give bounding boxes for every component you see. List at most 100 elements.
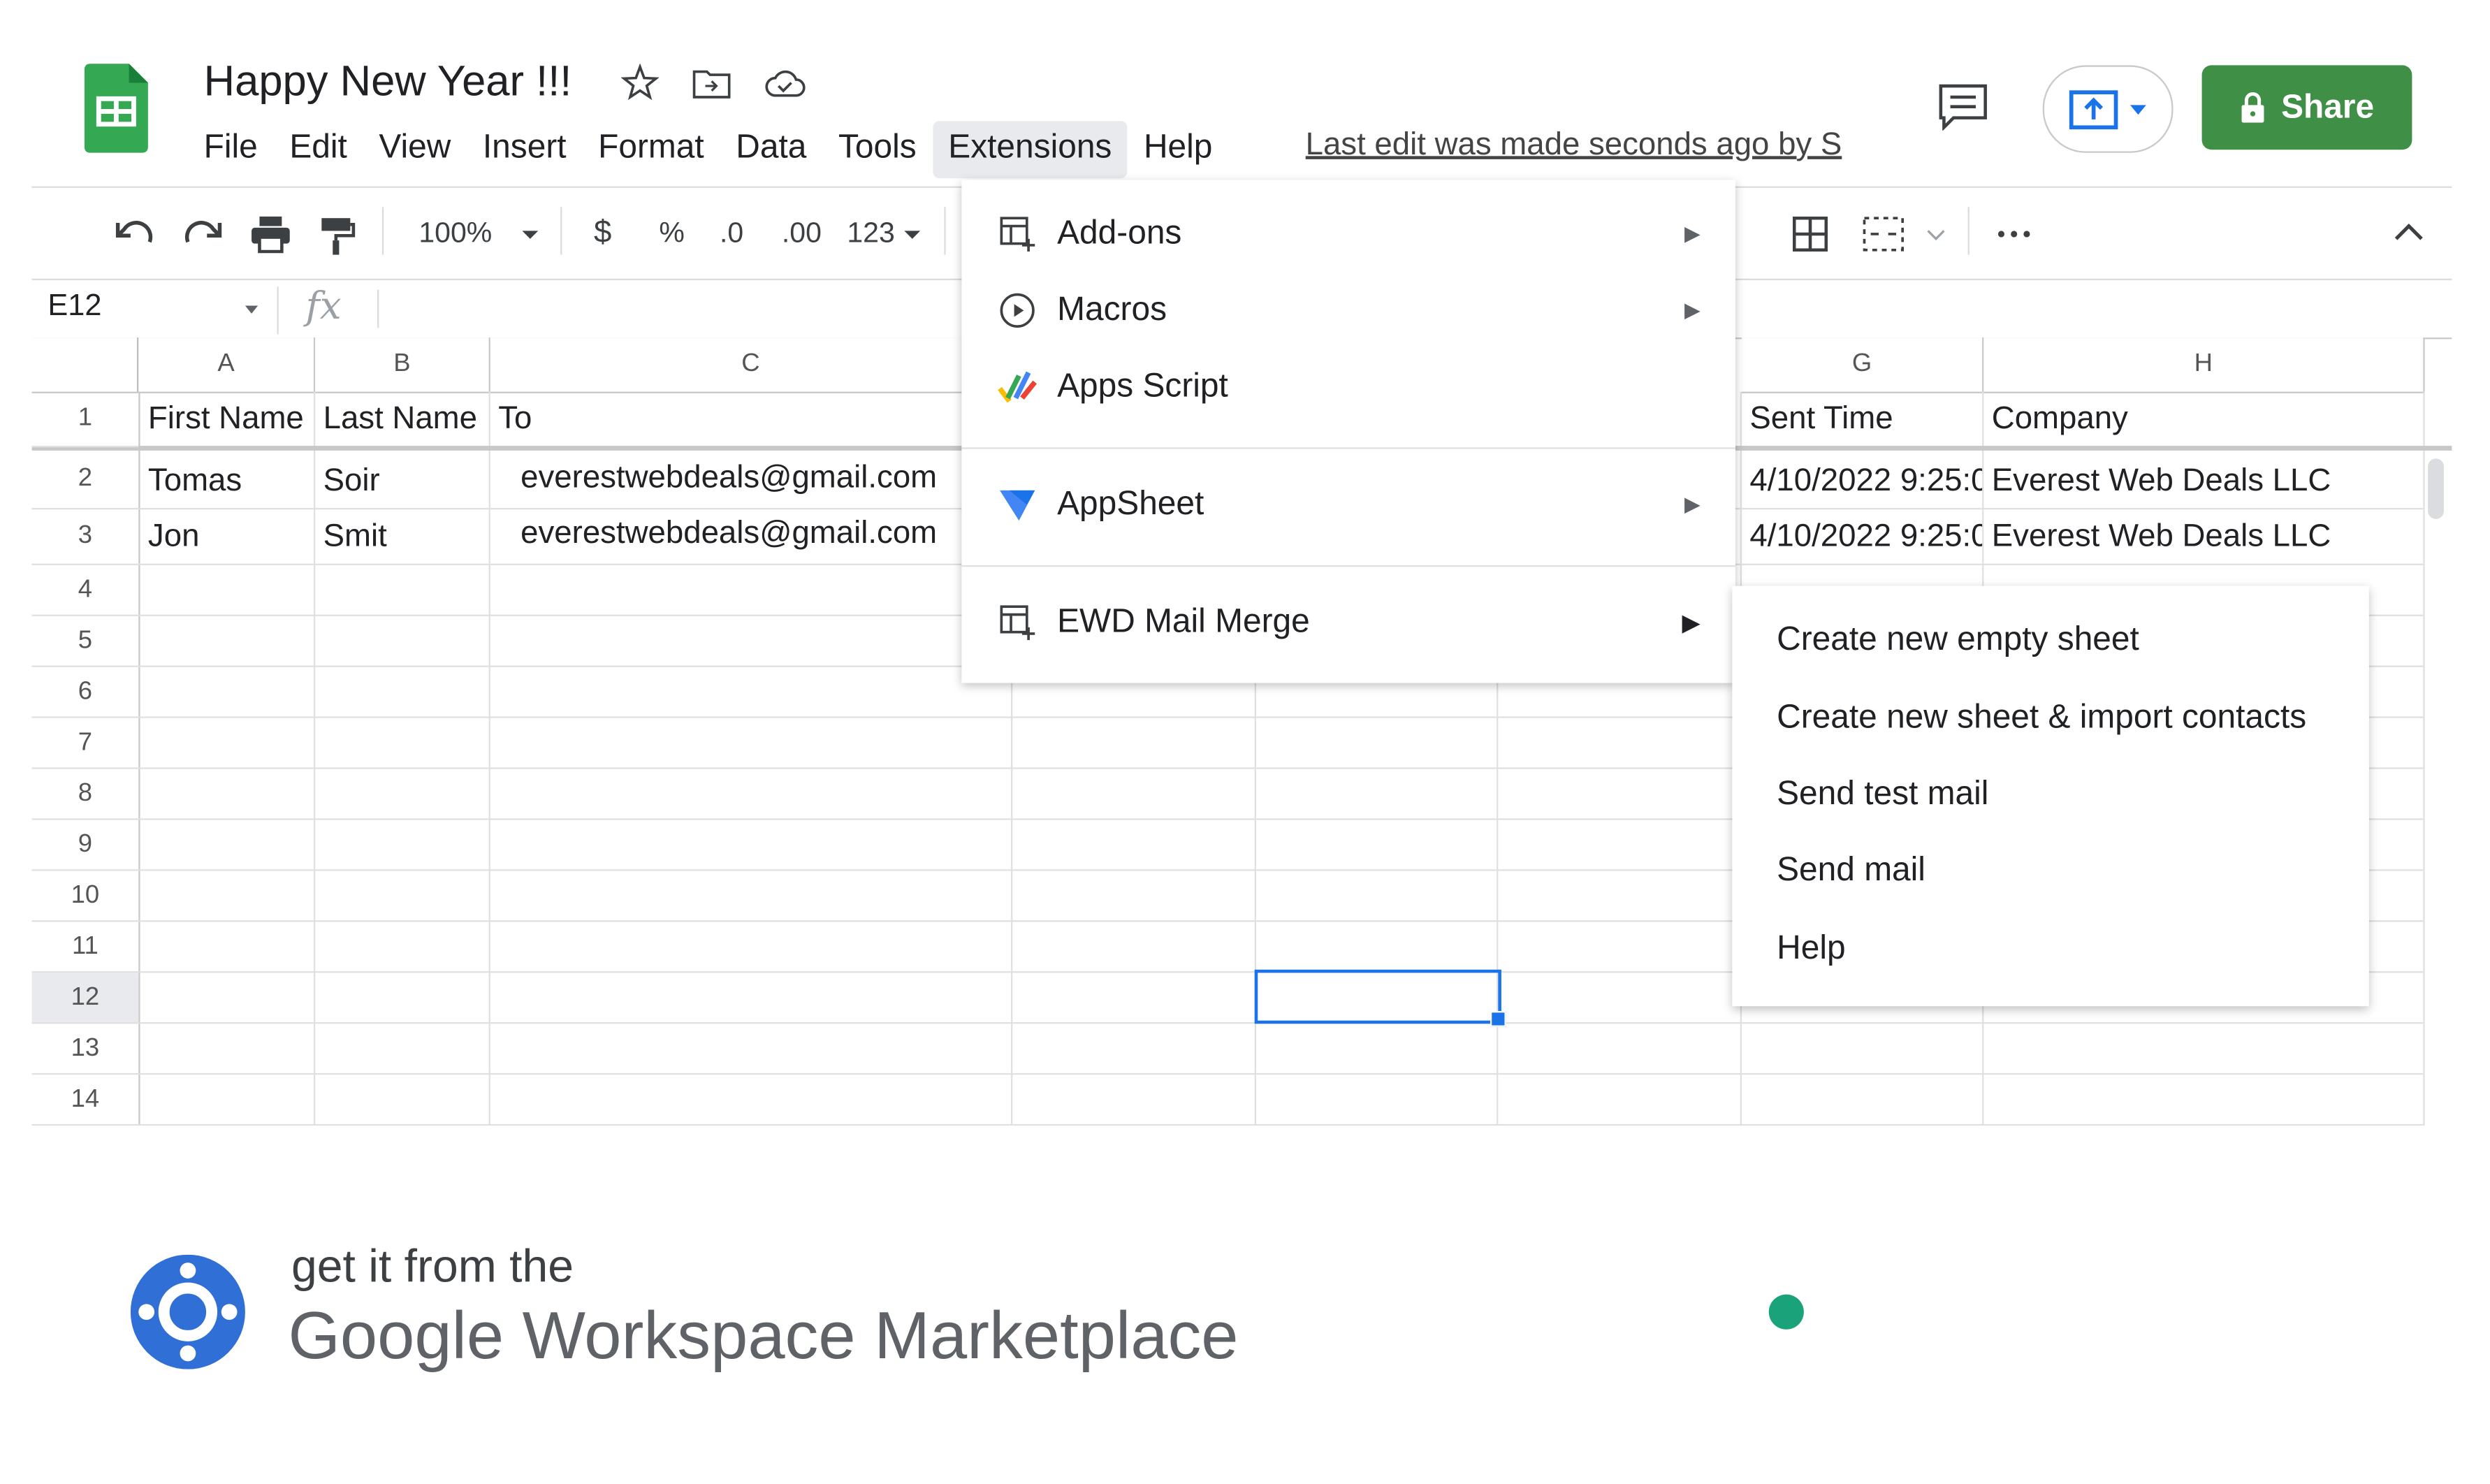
star-icon[interactable] [620, 64, 660, 102]
share-button[interactable]: Share [2201, 65, 2412, 150]
document-title[interactable]: Happy New Year !!! [204, 57, 572, 107]
redo-icon[interactable] [182, 217, 223, 249]
cell-a2[interactable]: Tomas [140, 456, 314, 508]
addon-doc-icon [997, 602, 1038, 643]
row-header-selected[interactable]: 12 [31, 973, 139, 1024]
row-header[interactable]: 2 [31, 451, 139, 510]
menu-extensions[interactable]: Extensions [932, 121, 1128, 179]
collapse-toolbar-icon[interactable] [2393, 223, 2425, 242]
formula-bar-separator [277, 286, 279, 335]
menu-item-add-ons[interactable]: Add-ons ▶ [961, 196, 1735, 272]
row-header[interactable]: 5 [31, 616, 139, 667]
column-header-b[interactable]: B [315, 337, 490, 393]
present-button[interactable] [2042, 65, 2174, 153]
row-header[interactable]: 8 [31, 769, 139, 820]
menu-item-apps-script[interactable]: Apps Script [961, 349, 1735, 425]
vertical-scrollbar-thumb[interactable] [2428, 458, 2444, 519]
row-header[interactable]: 7 [31, 718, 139, 769]
print-icon[interactable] [250, 215, 291, 254]
column-header-g[interactable]: G [1742, 337, 1984, 393]
extensions-menu: Add-ons ▶ Macros ▶ Apps Script AppSheet … [961, 180, 1735, 683]
workspace-marketplace-logo-icon[interactable] [130, 1254, 245, 1369]
column-header-h[interactable]: H [1983, 337, 2425, 393]
submenu-arrow-icon: ▶ [1684, 492, 1701, 516]
row-header[interactable]: 14 [31, 1075, 139, 1126]
menu-item-macros[interactable]: Macros ▶ [961, 272, 1735, 349]
cloud-status-icon[interactable] [764, 67, 806, 99]
decrease-decimal-button[interactable]: .0 [720, 217, 743, 250]
row-header[interactable]: 9 [31, 820, 139, 871]
row-header[interactable]: 13 [31, 1024, 139, 1075]
cell-g1[interactable]: Sent Time [1742, 393, 1982, 446]
row-header[interactable]: 1 [31, 392, 139, 448]
menu-file[interactable]: File [188, 121, 274, 178]
submenu-help[interactable]: Help [1777, 930, 1845, 968]
menu-item-ewd-mail-merge[interactable]: EWD Mail Merge ▶ [961, 584, 1735, 660]
menu-data[interactable]: Data [720, 121, 823, 178]
merge-dropdown-icon[interactable] [1926, 229, 1945, 241]
paint-format-icon[interactable] [319, 215, 357, 256]
cell-h1[interactable]: Company [1983, 393, 2423, 446]
menu-view[interactable]: View [363, 121, 467, 178]
currency-format-button[interactable]: $ [594, 215, 611, 252]
cell-h3[interactable]: Everest Web Deals LLC [1983, 511, 2423, 563]
cell-a1[interactable]: First Name [140, 393, 314, 446]
menu-item-appsheet[interactable]: AppSheet ▶ [961, 467, 1735, 543]
cell-b3[interactable]: Smit [315, 511, 488, 563]
menu-format[interactable]: Format [582, 121, 720, 178]
cell-g2[interactable]: 4/10/2022 9:25:00 [1742, 456, 1982, 508]
select-all-corner[interactable] [31, 337, 144, 393]
submenu-create-sheet-import[interactable]: Create new sheet & import contacts [1777, 699, 2306, 737]
row-header[interactable]: 10 [31, 871, 139, 922]
gridline [138, 1123, 2424, 1126]
toolbar-separator [560, 207, 562, 255]
name-box[interactable]: E12 [48, 290, 101, 325]
merge-cells-icon[interactable] [1863, 217, 1904, 252]
cell-g3[interactable]: 4/10/2022 9:25:00 [1742, 511, 1982, 563]
menu-divider [961, 565, 1735, 567]
row-header[interactable]: 6 [31, 667, 139, 718]
undo-icon[interactable] [115, 217, 156, 249]
move-folder-icon[interactable] [692, 67, 731, 99]
ewd-mail-merge-submenu: Create new empty sheet Create new sheet … [1732, 585, 2369, 1007]
more-formats-button[interactable]: 123 [847, 217, 894, 250]
column-header-c[interactable]: C [490, 337, 1013, 393]
row-header[interactable]: 11 [31, 922, 139, 973]
selected-cell-e12[interactable] [1254, 969, 1501, 1024]
apps-script-icon [997, 366, 1038, 407]
increase-decimal-button[interactable]: .00 [782, 217, 822, 250]
status-dot [1768, 1294, 1804, 1330]
cell-c1[interactable]: To [490, 393, 1011, 446]
fill-handle[interactable] [1490, 1011, 1506, 1027]
percent-format-button[interactable]: % [659, 217, 684, 250]
last-edit-link[interactable]: Last edit was made seconds ago by S [1306, 127, 1860, 163]
submenu-send-test-mail[interactable]: Send test mail [1777, 776, 1988, 814]
row-header[interactable]: 4 [31, 565, 139, 616]
submenu-arrow-icon: ▶ [1684, 298, 1701, 322]
menu-insert[interactable]: Insert [467, 121, 582, 178]
cell-c2[interactable]: everestwebdeals@gmail.com [490, 452, 1011, 504]
more-options-icon[interactable] [1997, 229, 2032, 239]
cell-a3[interactable]: Jon [140, 511, 314, 563]
submenu-send-mail[interactable]: Send mail [1777, 852, 1925, 890]
submenu-create-empty-sheet[interactable]: Create new empty sheet [1777, 621, 2139, 660]
cell-b1[interactable]: Last Name [315, 393, 488, 446]
sheets-logo-icon[interactable] [84, 64, 148, 153]
cell-b2[interactable]: Soir [315, 456, 488, 508]
zoom-select[interactable]: 100% [418, 217, 492, 250]
cell-h2[interactable]: Everest Web Deals LLC [1983, 456, 2423, 508]
column-header-a[interactable]: A [138, 337, 316, 393]
formats-dropdown-icon[interactable] [903, 229, 922, 240]
menu-tools[interactable]: Tools [822, 121, 932, 178]
formula-input[interactable] [390, 286, 963, 331]
row-header[interactable]: 3 [31, 509, 139, 565]
promo-marketplace-title[interactable]: Google Workspace Marketplace [288, 1297, 1238, 1374]
cell-c3[interactable]: everestwebdeals@gmail.com [490, 508, 1011, 560]
namebox-dropdown-icon[interactable] [245, 305, 259, 314]
zoom-dropdown-icon[interactable] [520, 229, 539, 240]
comment-history-icon[interactable] [1937, 82, 1988, 131]
borders-icon[interactable] [1792, 216, 1828, 252]
present-icon [2068, 88, 2119, 129]
menu-help[interactable]: Help [1128, 121, 1228, 178]
menu-edit[interactable]: Edit [274, 121, 363, 178]
